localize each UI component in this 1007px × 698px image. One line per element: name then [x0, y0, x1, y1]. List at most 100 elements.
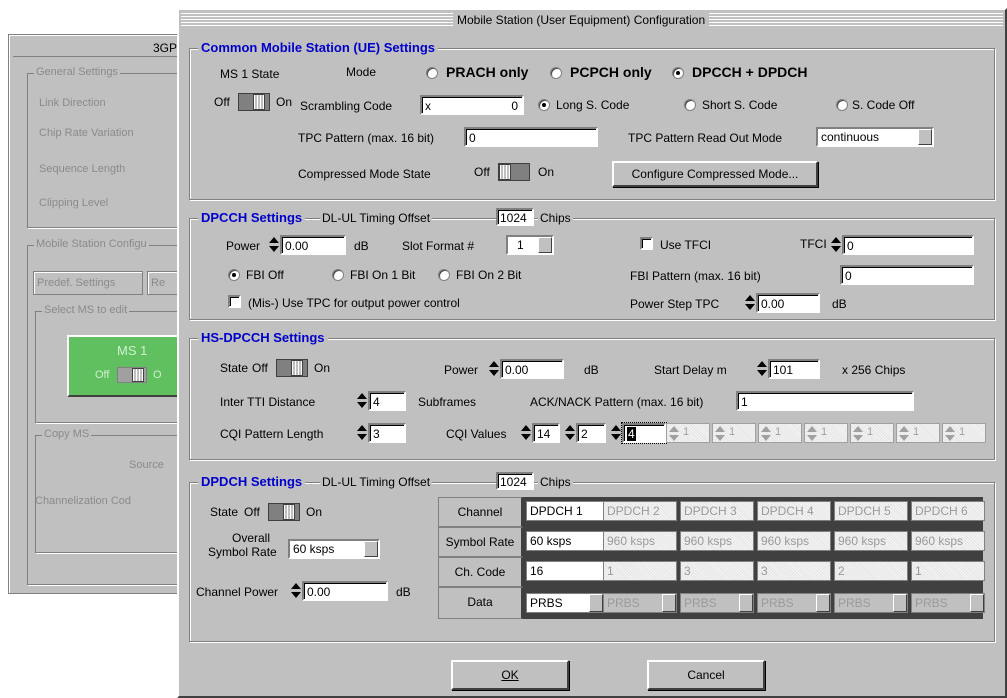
ms1-on-label: On — [276, 95, 293, 109]
start-delay-input[interactable]: 101 — [768, 359, 820, 379]
background-window: 3GPF General Settings Link Direction Chi… — [8, 34, 213, 594]
channel-power-spinner[interactable] — [290, 581, 301, 601]
predef-settings-button[interactable]: Predef. Settings — [33, 271, 143, 295]
tfci-spinner[interactable] — [830, 235, 841, 255]
fbi-on-1bit-radio[interactable] — [332, 269, 344, 281]
cqi-values-label: CQI Values — [446, 427, 507, 441]
data-cell-6-text: PRBS — [915, 596, 948, 610]
hs-state-label: State — [220, 361, 249, 375]
source-label: Source — [129, 459, 164, 471]
overall-symbol-rate-select[interactable]: 60 ksps — [288, 539, 380, 559]
ms1-off-label: Off — [214, 95, 230, 109]
dpdch-chips-label: Chips — [538, 475, 573, 489]
tpc-pattern-input[interactable]: 0 — [464, 127, 598, 147]
fbi-off-radio[interactable] — [228, 269, 240, 281]
cqi-value-2-input[interactable]: 2 — [576, 423, 606, 443]
ch-code-cell-3-text: 3 — [684, 564, 691, 578]
data-cell-3: PRBS — [680, 593, 754, 613]
sequence-length-label: Sequence Length — [39, 163, 126, 175]
power-step-db: dB — [832, 297, 847, 311]
power-step-spinner[interactable] — [744, 293, 755, 313]
slot-format-select[interactable]: 1 — [506, 235, 554, 255]
dpdch-timing-label: DL-UL Timing Offset — [320, 475, 433, 489]
ms1-tile[interactable]: MS 1 Off O — [67, 335, 187, 397]
tpc-readout-select[interactable]: continuous — [816, 127, 934, 147]
cqi-length-input[interactable]: 3 — [368, 423, 406, 443]
dpdch-timing-input[interactable]: 1024 — [496, 472, 534, 490]
ok-button[interactable]: OK — [451, 660, 569, 690]
cqi-value-3-spinner[interactable] — [610, 423, 621, 443]
s-code-off-radio[interactable] — [836, 99, 848, 111]
overall-label-2: Symbol Rate — [208, 545, 277, 559]
dpcch-power-input[interactable]: 0.00 — [280, 235, 346, 255]
dpcch-timing-input[interactable]: 1024 — [496, 208, 534, 226]
compressed-mode-toggle[interactable] — [498, 163, 530, 181]
chevron-down-icon — [893, 594, 907, 612]
chevron-down-icon — [739, 594, 753, 612]
cqi-length-spinner[interactable] — [356, 423, 367, 443]
mode-pcpch-radio[interactable] — [550, 67, 562, 79]
fbi-on-2bit-radio[interactable] — [438, 269, 450, 281]
clipping-level-label: Clipping Level — [39, 197, 109, 209]
row-header-channel: Channel — [438, 497, 523, 527]
mode-label: Mode — [346, 65, 377, 79]
mode-prach-radio[interactable] — [426, 67, 438, 79]
hs-power-spinner[interactable] — [488, 359, 499, 379]
dpcch-power-spinner[interactable] — [268, 235, 279, 255]
ch-code-cell-5-text: 2 — [838, 564, 845, 578]
scrambling-code-input[interactable]: x0 — [420, 95, 524, 115]
channelization-label: Channelization Cod — [35, 495, 132, 507]
ms1-tile-off: Off — [95, 369, 110, 381]
fbi-pattern-input[interactable]: 0 — [840, 265, 974, 285]
power-step-input[interactable]: 0.00 — [756, 293, 820, 313]
symbol-rate-cell-6-text: 960 ksps — [915, 534, 964, 548]
symbol-rate-cell-1[interactable]: 60 ksps — [526, 531, 604, 551]
chevron-down-icon — [589, 594, 603, 612]
ch-code-cell-3: 3 — [680, 561, 754, 581]
tfci-input[interactable]: 0 — [842, 235, 974, 255]
fbi-pattern-label: FBI Pattern (max. 16 bit) — [630, 269, 761, 283]
mode-dpcch-dpdch-radio[interactable] — [672, 67, 684, 79]
ack-nack-input[interactable]: 1 — [736, 391, 914, 411]
hs-power-input[interactable]: 0.00 — [500, 359, 564, 379]
cqi-value-2-spinner[interactable] — [564, 423, 575, 443]
inter-tti-input[interactable]: 4 — [368, 391, 406, 411]
ch-code-cell-1-text: 16 — [530, 564, 544, 578]
cqi-value-1-spinner[interactable] — [520, 423, 531, 443]
hs-state-toggle[interactable] — [276, 359, 308, 377]
long-s-code-radio[interactable] — [538, 99, 550, 111]
channel-power-label: Channel Power — [196, 585, 279, 599]
row-header-data: Data — [438, 587, 523, 619]
symbol-rate-cell-5: 960 ksps — [834, 531, 908, 551]
channel-cell-1[interactable]: DPDCH 1 — [526, 501, 604, 521]
symbol-rate-cell-5-text: 960 ksps — [838, 534, 887, 548]
ms1-state-toggle[interactable] — [238, 93, 270, 111]
dpdch-channel-table: Channel Symbol Rate Ch. Code Data DPDCH … — [438, 497, 985, 619]
start-delay-spinner[interactable] — [756, 359, 767, 379]
channel-power-input[interactable]: 0.00 — [302, 581, 388, 601]
data-cell-2: PRBS — [603, 593, 677, 613]
dpdch-settings-heading: DPDCH Settings — [198, 474, 306, 489]
dialog-title-bar[interactable]: Mobile Station (User Equipment) Configur… — [181, 12, 1003, 28]
tpc-readout-value: continuous — [821, 130, 880, 144]
select-ms-label: Select MS to edit — [42, 304, 130, 316]
inter-tti-spinner[interactable] — [356, 391, 367, 411]
short-s-code-radio[interactable] — [684, 99, 696, 111]
ms1-state-label: MS 1 State — [220, 67, 280, 81]
common-settings-group: Common Mobile Station (UE) Settings MS 1… — [189, 40, 995, 200]
cancel-button[interactable]: Cancel — [647, 660, 765, 690]
data-cell-6: PRBS — [911, 593, 985, 613]
use-tfci-checkbox[interactable] — [640, 237, 653, 250]
configure-compressed-button[interactable]: Configure Compressed Mode... — [612, 161, 818, 187]
channel-cell-2-text: DPDCH 2 — [607, 504, 660, 518]
ms1-tile-toggle[interactable] — [117, 367, 147, 383]
cqi-value-1-input[interactable]: 14 — [532, 423, 560, 443]
cqi-value-10-disabled: 1 — [942, 423, 986, 443]
chevron-down-icon — [816, 594, 830, 612]
compressed-on-label: On — [538, 165, 555, 179]
mis-use-tpc-checkbox[interactable] — [228, 295, 241, 308]
cqi-value-3-input[interactable]: 4 — [621, 422, 667, 444]
ch-code-cell-1[interactable]: 16 — [526, 561, 604, 581]
dpdch-state-toggle[interactable] — [268, 503, 300, 521]
data-cell-1[interactable]: PRBS — [526, 593, 604, 613]
